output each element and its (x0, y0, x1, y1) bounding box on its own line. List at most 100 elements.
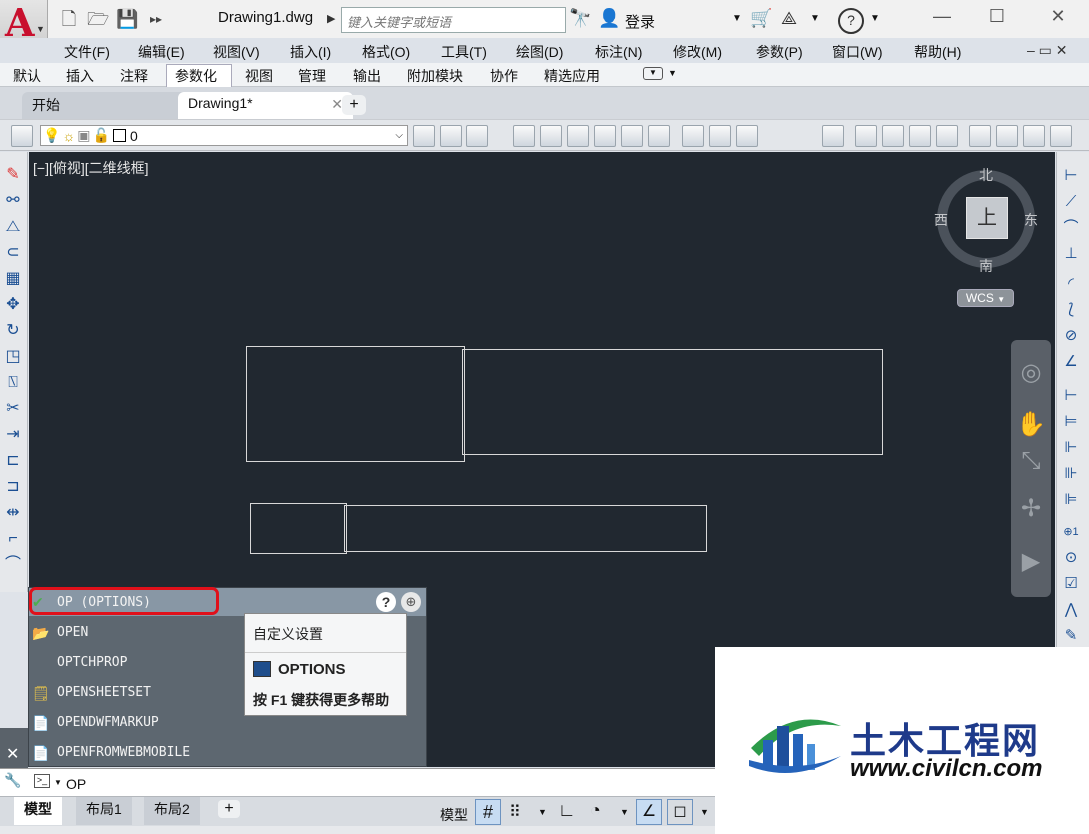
arc-length-icon[interactable]: ⌒ (1060, 217, 1082, 239)
compass-west[interactable]: 西 (934, 210, 948, 230)
layer-tool-18-icon[interactable] (1050, 125, 1072, 147)
baseline-dim-icon[interactable]: ⊨ (1060, 411, 1082, 433)
command-item-opendwfmarkup[interactable]: OPENDWFMARKUP (57, 715, 159, 730)
search-input[interactable]: 键入关键字或短语 (341, 7, 566, 33)
help-icon[interactable]: ? (376, 592, 396, 612)
orbit-icon[interactable]: ✢ (1016, 494, 1046, 522)
ribbon-tab-annotate[interactable]: 注释 (120, 66, 148, 86)
menu-format[interactable]: 格式(O) (362, 42, 410, 62)
compass-south[interactable]: 南 (979, 256, 993, 276)
array-icon[interactable]: ▦ (2, 268, 24, 290)
layer-previous-icon[interactable] (466, 125, 488, 147)
layer-tool-9-icon[interactable] (736, 125, 758, 147)
ribbon-tab-parametric[interactable]: 参数化 (175, 66, 217, 86)
ribbon-tab-output[interactable]: 输出 (353, 66, 381, 86)
chevron-down-icon[interactable]: ▼ (810, 13, 820, 24)
maximize-button[interactable]: ☐ (977, 6, 1017, 30)
fillet-icon[interactable]: ⌒ (2, 554, 24, 576)
stretch-icon[interactable]: ⍂ (2, 372, 24, 394)
new-tab-button[interactable]: + (342, 95, 366, 115)
close-icon[interactable]: ✕ (6, 744, 19, 764)
inspect-icon[interactable]: ☑ (1060, 573, 1082, 595)
menu-view[interactable]: 视图(V) (213, 42, 260, 62)
join-icon[interactable]: ⇹ (2, 502, 24, 524)
jogged-dim-icon[interactable]: ⟅ (1060, 299, 1082, 321)
polar-icon[interactable]: ◔ (590, 800, 601, 821)
menu-help[interactable]: 帮助(H) (914, 42, 961, 62)
layer-tool-16-icon[interactable] (996, 125, 1018, 147)
menu-tools[interactable]: 工具(T) (441, 42, 487, 62)
new-layout-button[interactable]: + (218, 800, 240, 818)
menu-dimension[interactable]: 标注(N) (595, 42, 642, 62)
rotate-icon[interactable]: ↻ (2, 320, 24, 342)
angular-dim-icon[interactable]: ∠ (1060, 351, 1082, 373)
aligned-dim-icon[interactable]: ⟋ (1060, 191, 1082, 213)
menu-parameter[interactable]: 参数(P) (756, 42, 803, 62)
layer-tool-12-icon[interactable] (882, 125, 904, 147)
ribbon-tab-view[interactable]: 视图 (245, 66, 273, 86)
extend-icon[interactable]: ⇥ (2, 424, 24, 446)
drawn-rectangle[interactable] (246, 346, 465, 462)
chamfer-icon[interactable]: ⌐ (2, 528, 24, 550)
make-current-icon[interactable] (413, 125, 435, 147)
layout-tab-layout1[interactable]: 布局1 (76, 797, 132, 825)
continue-dim-icon[interactable]: ⊩ (1060, 437, 1082, 459)
command-input[interactable]: OP (66, 776, 86, 792)
object-snap-icon[interactable]: ◻ (667, 799, 693, 825)
copy-icon[interactable]: ⚯ (2, 190, 24, 212)
a360-icon[interactable]: ⟁ (781, 8, 797, 29)
menu-insert[interactable]: 插入(I) (290, 42, 331, 62)
model-space-label[interactable]: 模型 (440, 805, 468, 825)
ribbon-tab-featured[interactable]: 精选应用 (544, 66, 600, 86)
help-icon[interactable]: ? (838, 8, 864, 34)
radius-dim-icon[interactable]: ◜ (1060, 273, 1082, 295)
save-icon[interactable]: 💾 (116, 8, 138, 30)
viewcube-face[interactable]: 上 (966, 197, 1008, 239)
internet-search-icon[interactable]: ⊕ (401, 592, 421, 612)
chevron-down-icon[interactable]: ▼ (620, 807, 629, 817)
linear-dim-icon[interactable]: ⊢ (1060, 165, 1082, 187)
compass-north[interactable]: 北 (979, 165, 993, 185)
scale-icon[interactable]: ◳ (2, 346, 24, 368)
break-icon[interactable]: ⊏ (2, 450, 24, 472)
diameter-dim-icon[interactable]: ⊘ (1060, 325, 1082, 347)
command-item-open[interactable]: OPEN (57, 625, 88, 640)
layer-tool-2-icon[interactable] (540, 125, 562, 147)
layer-tool-5-icon[interactable] (621, 125, 643, 147)
wrench-icon[interactable]: 🔧 (4, 772, 21, 789)
viewport-controls[interactable]: [−][俯视][二维线框] (33, 158, 149, 178)
ribbon-toggle-icon[interactable]: ▼ (643, 67, 663, 80)
move-icon[interactable]: ✥ (2, 294, 24, 316)
dim-edit-icon[interactable]: ✎ (1060, 625, 1082, 647)
layer-tool-14-icon[interactable] (936, 125, 958, 147)
layer-tool-11-icon[interactable] (855, 125, 877, 147)
center-mark-icon[interactable]: ⊙ (1060, 547, 1082, 569)
isodraft-icon[interactable]: ∠ (636, 799, 662, 825)
layer-tool-10-icon[interactable] (822, 125, 844, 147)
compass-east[interactable]: 东 (1024, 210, 1038, 230)
layout-tab-model[interactable]: 模型 (14, 797, 62, 825)
menu-modify[interactable]: 修改(M) (673, 42, 722, 62)
command-item-optchprop[interactable]: OPTCHPROP (57, 655, 127, 670)
cart-icon[interactable]: 🛒 (750, 8, 772, 29)
quick-dim-icon[interactable]: ⊢ (1060, 385, 1082, 407)
ortho-icon[interactable]: ∟ (558, 800, 576, 821)
command-item-openfromwebmobile[interactable]: OPENFROMWEBMOBILE (57, 745, 190, 760)
layer-tool-7-icon[interactable] (682, 125, 704, 147)
layer-tool-8-icon[interactable] (709, 125, 731, 147)
ribbon-tab-addins[interactable]: 附加模块 (407, 66, 463, 86)
wcs-menu[interactable]: WCS ▼ (957, 289, 1014, 307)
drawn-rectangle[interactable] (462, 349, 883, 455)
mdi-window-controls[interactable]: ‒ ▭ ✕ (1027, 42, 1068, 59)
layer-tool-17-icon[interactable] (1023, 125, 1045, 147)
minimize-button[interactable]: — (922, 6, 962, 30)
jogged-linear-icon[interactable]: ⋀ (1060, 599, 1082, 621)
ribbon-tab-manage[interactable]: 管理 (298, 66, 326, 86)
layer-properties-icon[interactable] (11, 125, 33, 147)
chevron-down-icon[interactable]: ▼ (732, 13, 742, 24)
layer-tool-15-icon[interactable] (969, 125, 991, 147)
tolerance-icon[interactable]: ⊕1 (1060, 521, 1082, 543)
ribbon-tab-collaborate[interactable]: 协作 (490, 66, 518, 86)
ordinate-dim-icon[interactable]: ⊥ (1060, 243, 1082, 265)
match-layer-icon[interactable] (440, 125, 462, 147)
